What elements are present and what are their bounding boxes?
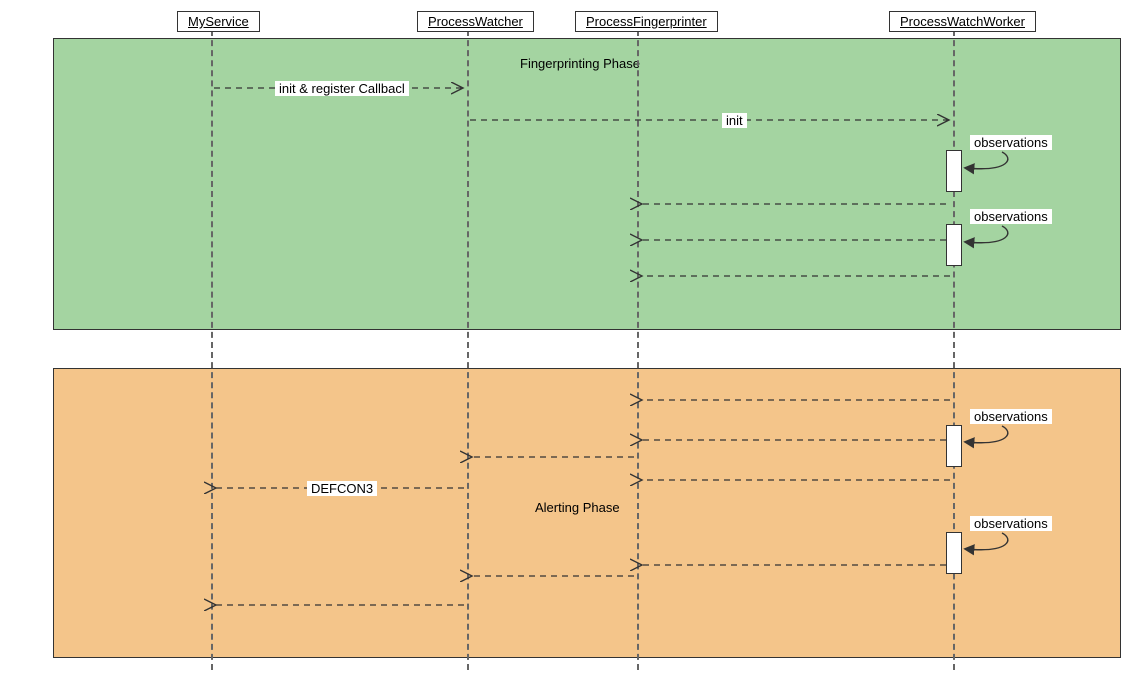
- label-observations-1: observations: [970, 135, 1052, 150]
- activation-3: [946, 425, 962, 467]
- activation-4: [946, 532, 962, 574]
- sequence-diagram: Fingerprinting Phase Alerting Phase MySe…: [0, 0, 1146, 674]
- label-init-register: init & register Callbacl: [275, 81, 409, 96]
- participant-processwatchworker: ProcessWatchWorker: [889, 11, 1036, 32]
- participant-processfingerprinter: ProcessFingerprinter: [575, 11, 718, 32]
- activation-1: [946, 150, 962, 192]
- label-defcon3: DEFCON3: [307, 481, 377, 496]
- participant-myservice: MyService: [177, 11, 260, 32]
- phase-label-orange: Alerting Phase: [535, 500, 620, 515]
- lifeline-myservice: [211, 30, 213, 670]
- lifeline-processfingerprinter: [637, 30, 639, 670]
- label-observations-4: observations: [970, 516, 1052, 531]
- label-init: init: [722, 113, 747, 128]
- lifeline-processwatcher: [467, 30, 469, 670]
- participant-processwatcher: ProcessWatcher: [417, 11, 534, 32]
- label-observations-3: observations: [970, 409, 1052, 424]
- label-observations-2: observations: [970, 209, 1052, 224]
- phase-label-green: Fingerprinting Phase: [520, 56, 640, 71]
- activation-2: [946, 224, 962, 266]
- lifeline-processwatchworker: [953, 30, 955, 670]
